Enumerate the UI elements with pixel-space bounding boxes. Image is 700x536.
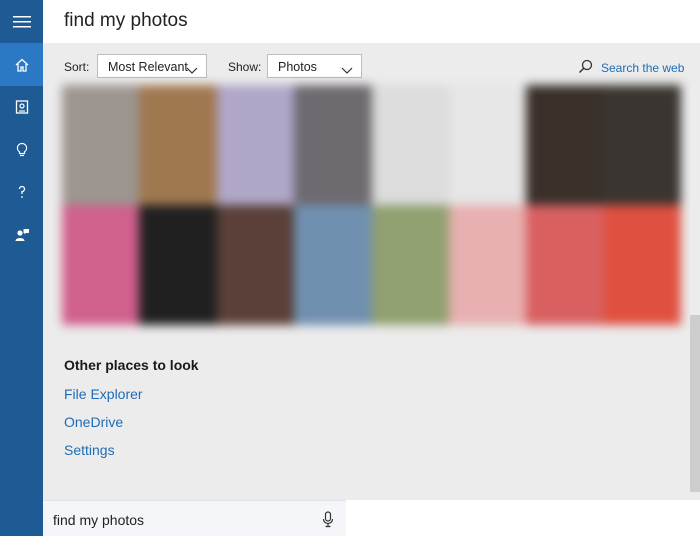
taskbar-area [346, 500, 700, 536]
photo-thumbnail[interactable] [448, 205, 527, 325]
results-header: find my photos [43, 0, 700, 43]
ideas-button[interactable] [0, 128, 43, 171]
photo-thumbnail[interactable] [448, 85, 527, 205]
feedback-icon [14, 227, 30, 243]
photo-thumbnail[interactable] [216, 85, 295, 205]
hamburger-menu-button[interactable] [0, 0, 43, 43]
photo-thumbnail[interactable] [294, 85, 372, 205]
sort-dropdown[interactable]: Most Relevant [97, 54, 207, 78]
show-dropdown[interactable]: Photos [267, 54, 362, 78]
microphone-icon[interactable] [322, 511, 334, 533]
photo-thumbnail[interactable] [603, 85, 681, 205]
search-box[interactable]: find my photos [43, 500, 346, 536]
photo-thumbnail[interactable] [371, 205, 449, 325]
photo-thumbnail[interactable] [62, 85, 140, 205]
help-icon [14, 184, 30, 200]
search-title: find my photos [64, 10, 188, 31]
search-the-web-label: Search the web [601, 61, 685, 75]
photo-thumbnail[interactable] [526, 205, 604, 325]
lightbulb-icon [14, 142, 30, 158]
search-icon [578, 59, 593, 77]
photo-thumbnail[interactable] [603, 205, 681, 325]
scrollbar-thumb[interactable] [690, 315, 700, 492]
photo-thumbnail[interactable] [526, 85, 604, 205]
chevron-down-icon [341, 63, 353, 77]
sort-value: Most Relevant [108, 60, 188, 74]
show-label: Show: [228, 60, 262, 74]
photo-thumbnail[interactable] [62, 205, 140, 325]
home-icon [14, 57, 30, 73]
chevron-down-icon [186, 63, 198, 77]
home-button[interactable] [0, 43, 43, 86]
file-explorer-link[interactable]: File Explorer [64, 386, 143, 402]
photo-thumbnail[interactable] [216, 205, 295, 325]
search-input[interactable]: find my photos [53, 512, 144, 528]
search-the-web-link[interactable]: Search the web [578, 59, 684, 77]
hamburger-menu-icon [12, 15, 31, 29]
sort-label: Sort: [64, 60, 90, 74]
feedback-button[interactable] [0, 213, 43, 256]
show-value: Photos [278, 60, 317, 74]
onedrive-link[interactable]: OneDrive [64, 414, 123, 430]
photo-thumbnail[interactable] [139, 205, 217, 325]
filter-bar: Sort: Most Relevant Show: Photos Search … [43, 43, 700, 85]
photo-results-grid[interactable] [62, 85, 681, 325]
photo-thumbnail[interactable] [139, 85, 217, 205]
left-rail [0, 0, 43, 536]
photo-thumbnail[interactable] [294, 205, 372, 325]
settings-link[interactable]: Settings [64, 442, 115, 458]
photo-thumbnail[interactable] [371, 85, 449, 205]
help-button[interactable] [0, 170, 43, 213]
notebook-icon [14, 99, 30, 115]
notebook-button[interactable] [0, 85, 43, 128]
other-places-heading: Other places to look [64, 357, 199, 373]
